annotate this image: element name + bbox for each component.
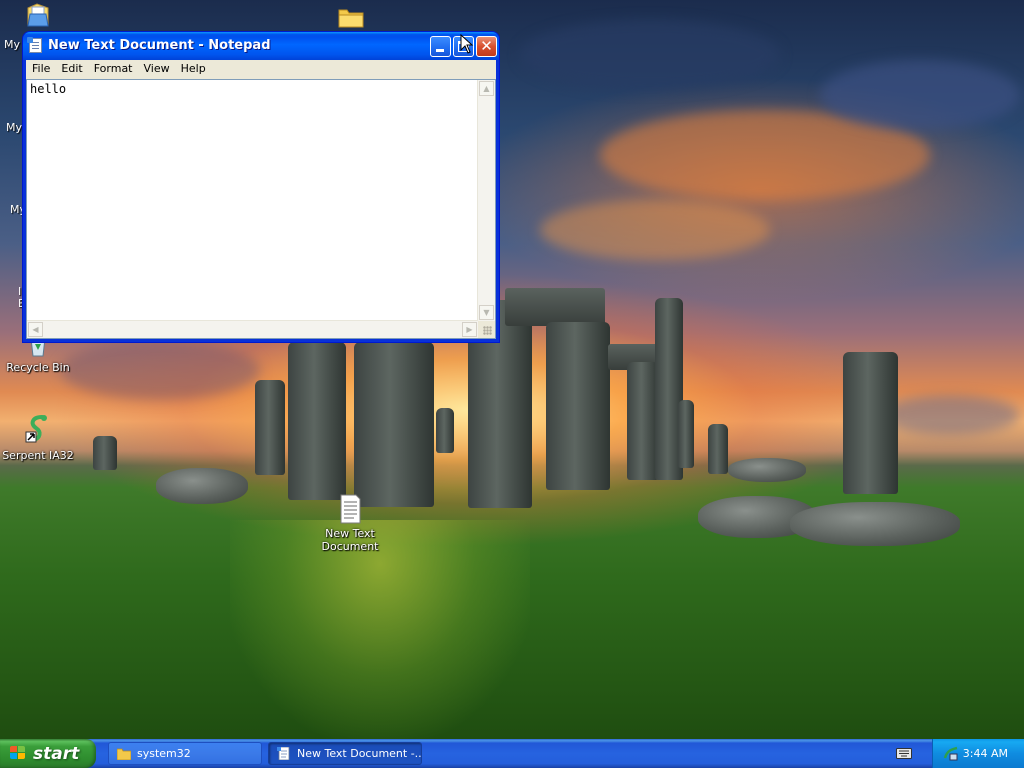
windows-logo-icon [10,746,26,761]
menu-bar: File Edit Format View Help [26,60,496,79]
mouse-cursor-icon [460,34,474,54]
folder-icon[interactable] [338,6,364,28]
standing-stone [546,322,610,490]
menu-format[interactable]: Format [88,60,138,75]
vertical-scrollbar[interactable]: ▲ ▼ [477,80,495,321]
notepad-icon[interactable] [27,37,42,53]
editor-content[interactable]: hello [30,82,66,96]
fallen-rock [156,468,248,504]
desktop-label-partial[interactable]: My [6,121,22,134]
window-title: New Text Document - Notepad [48,38,271,53]
notepad-titlebar[interactable]: New Text Document - Notepad ✕ [23,32,499,60]
fallen-rock [728,458,806,482]
standing-stone [843,352,898,494]
text-document-icon [334,494,366,524]
folder-icon [117,748,131,760]
serpent-icon [22,414,54,446]
standing-stone [354,342,434,507]
close-button[interactable]: ✕ [476,36,497,57]
resize-grip[interactable] [478,321,495,338]
start-label: start [33,744,80,764]
standing-stone [708,424,728,474]
fallen-rock [790,502,960,546]
taskbar-button-label: New Text Document -... [297,747,422,760]
text-editor-area[interactable]: hello ▲ ▼ ◀ ▶ [26,79,496,339]
desktop-icon-new-text-document[interactable]: New Text Document [314,494,386,553]
taskbar: start system32 New Text Document -... 3:… [0,739,1024,768]
taskbar-button-notepad[interactable]: New Text Document -... [268,742,422,765]
standing-stone [436,408,454,453]
cloud [520,20,780,90]
taskbar-button-label: system32 [137,747,191,760]
notepad-window[interactable]: New Text Document - Notepad ✕ File Edit Fo… [22,31,500,343]
desktop-label-partial[interactable]: My [4,38,20,51]
horizontal-scrollbar[interactable]: ◀ ▶ [27,320,478,338]
cloud [60,340,260,400]
minimize-icon [436,49,444,52]
scroll-up-arrow[interactable]: ▲ [479,81,494,96]
standing-stone [288,342,346,500]
system-tray: 3:44 AM [932,739,1024,768]
taskbar-button-system32[interactable]: system32 [108,742,262,765]
close-icon: ✕ [480,37,493,55]
standing-stone [93,436,117,470]
keyboard-icon[interactable] [896,748,912,759]
scroll-left-arrow[interactable]: ◀ [28,322,43,337]
scroll-down-arrow[interactable]: ▼ [479,305,494,320]
menu-view[interactable]: View [138,60,175,75]
network-icon[interactable] [943,746,959,761]
cloud [540,200,770,260]
standing-stone [255,380,285,475]
desktop-icon-serpent[interactable]: Serpent IA32 [2,414,74,462]
menu-edit[interactable]: Edit [55,60,87,75]
desktop-icon-label: New Text Document [321,527,379,553]
my-documents-icon[interactable] [26,2,50,28]
scroll-right-arrow[interactable]: ▶ [462,322,477,337]
cloud [880,395,1020,435]
notepad-icon [277,747,290,760]
menu-help[interactable]: Help [175,60,211,75]
menu-file[interactable]: File [26,60,55,75]
desktop-icon-label: Serpent IA32 [2,449,74,462]
lintel-stone [505,288,605,326]
clock[interactable]: 3:44 AM [963,747,1008,760]
standing-stone [678,400,694,468]
desktop-icon-label: Recycle Bin [6,361,70,374]
minimize-button[interactable] [430,36,451,57]
start-button[interactable]: start [0,739,96,768]
desktop-icon-recycle-bin[interactable]: Recycle Bin [2,337,74,374]
cloud [820,60,1020,130]
